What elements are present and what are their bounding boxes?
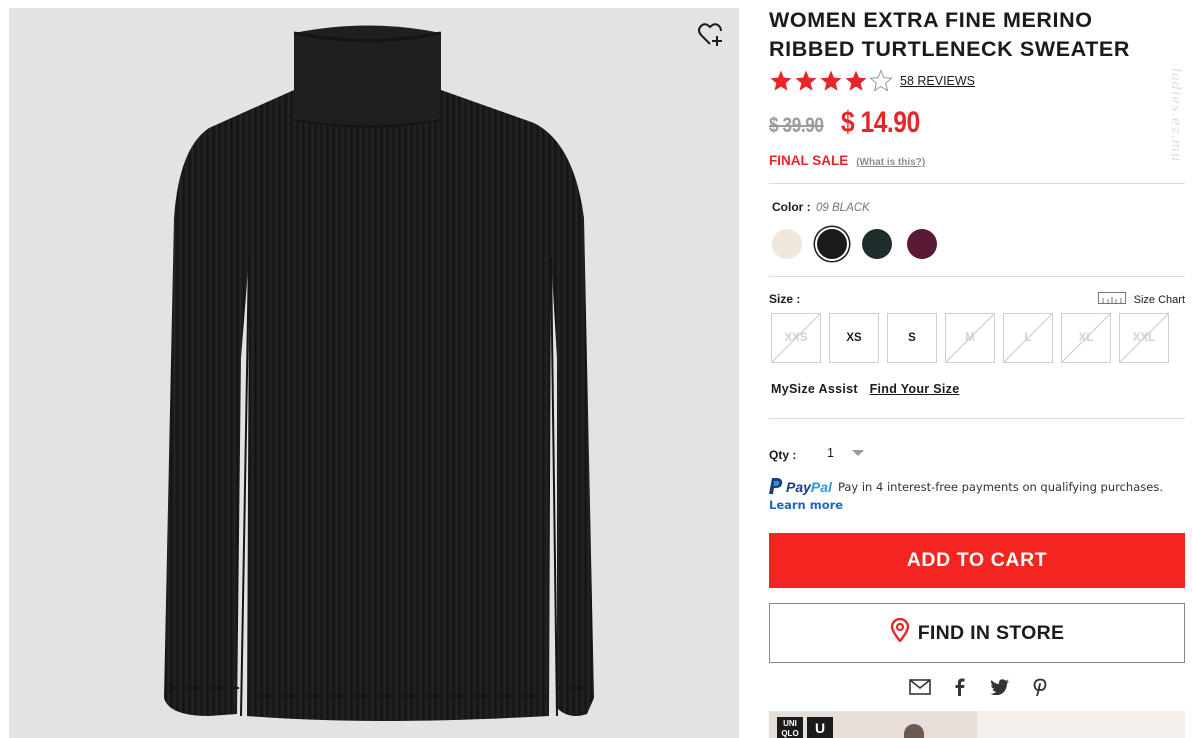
star-filled-icon xyxy=(794,69,818,93)
mysize-label: MySize Assist xyxy=(771,382,858,396)
promo-banner[interactable]: UNI QLO U xyxy=(769,711,1185,738)
size-option-xl[interactable]: XL xyxy=(1061,313,1111,363)
unavailable-slash-icon xyxy=(946,314,994,362)
qty-select[interactable]: 1 xyxy=(827,443,877,463)
paypal-brand-pal: Pal xyxy=(810,478,832,495)
size-option-label: XS xyxy=(846,332,862,344)
star-filled-icon xyxy=(769,69,793,93)
divider xyxy=(769,276,1185,277)
mysize-assist: MySize Assist Find Your Size xyxy=(771,382,959,396)
product-info-panel: WOMEN EXTRA FINE MERINO RIBBED TURTLENEC… xyxy=(769,0,1185,738)
color-value: 09 BLACK xyxy=(816,202,870,214)
size-option-xxl[interactable]: XXL xyxy=(1119,313,1169,363)
price-row: $ 39.90 $ 14.90 xyxy=(769,106,937,140)
product-image[interactable] xyxy=(9,8,739,738)
rating-row: 58 REVIEWS xyxy=(769,68,975,94)
original-price: $ 39.90 xyxy=(769,114,824,137)
divider xyxy=(769,418,1185,419)
color-label: Color : xyxy=(772,200,811,214)
color-swatch-dark-green[interactable] xyxy=(862,229,892,259)
product-title: WOMEN EXTRA FINE MERINO RIBBED TURTLENEC… xyxy=(769,8,1130,61)
qty-label: Qty : xyxy=(769,448,797,462)
star-empty-icon xyxy=(869,69,893,93)
size-option-xxs[interactable]: XXS xyxy=(771,313,821,363)
find-in-store-button[interactable]: FIND IN STORE xyxy=(769,603,1185,663)
size-chart-link[interactable]: Size Chart xyxy=(1097,292,1185,307)
paypal-message: PayPal Pay in 4 interest-free payments o… xyxy=(769,478,1185,512)
color-swatch-black[interactable] xyxy=(817,229,847,259)
rating-stars xyxy=(769,69,893,93)
unavailable-slash-icon xyxy=(1004,314,1052,362)
find-in-store-label: FIND IN STORE xyxy=(917,621,1065,644)
size-option-label: S xyxy=(908,332,916,344)
size-option-s[interactable]: S xyxy=(887,313,937,363)
twitter-icon[interactable] xyxy=(989,676,1011,698)
unavailable-slash-icon xyxy=(1120,314,1168,362)
sweater-image xyxy=(164,25,594,721)
color-swatch-wine[interactable] xyxy=(907,229,937,259)
final-sale-label: FINAL SALE xyxy=(769,153,849,168)
paypal-logo: PayPal xyxy=(769,478,832,495)
paypal-learn-more-link[interactable]: Learn more xyxy=(769,498,1185,512)
facebook-icon[interactable] xyxy=(949,676,971,698)
unavailable-slash-icon xyxy=(772,314,820,362)
paypal-icon xyxy=(769,478,783,494)
color-swatches xyxy=(772,229,937,259)
add-to-cart-button[interactable]: ADD TO CART xyxy=(769,533,1185,588)
color-swatch-off-white[interactable] xyxy=(772,229,802,259)
ruler-icon xyxy=(1097,292,1126,307)
wishlist-heart-icon[interactable] xyxy=(697,20,725,48)
paypal-text: Pay in 4 interest-free payments on quali… xyxy=(837,479,1163,494)
size-chart-label: Size Chart xyxy=(1133,293,1185,306)
brand-logo: UNI QLO xyxy=(777,717,803,738)
sale-price: $ 14.90 xyxy=(841,106,920,139)
paypal-brand-pay: Pay xyxy=(786,478,811,495)
size-option-m[interactable]: M xyxy=(945,313,995,363)
product-page: WOMEN EXTRA FINE MERINO RIBBED TURTLENEC… xyxy=(0,0,1192,738)
share-icons xyxy=(909,676,1051,698)
mail-icon[interactable] xyxy=(909,676,931,698)
color-selection-label: Color : 09 BLACK xyxy=(772,200,870,214)
size-option-l[interactable]: L xyxy=(1003,313,1053,363)
banner-model-image xyxy=(904,724,924,738)
what-is-this-link[interactable]: (What is this?) xyxy=(856,157,925,168)
chevron-down-icon xyxy=(851,450,864,456)
star-filled-icon xyxy=(844,69,868,93)
size-option-xs[interactable]: XS xyxy=(829,313,879,363)
size-options: XXS XS S MLXLXXL xyxy=(771,313,1169,363)
unavailable-slash-icon xyxy=(1062,314,1110,362)
final-sale-row: FINAL SALE (What is this?) xyxy=(769,153,925,168)
pinterest-icon[interactable] xyxy=(1029,676,1051,698)
qty-value: 1 xyxy=(827,446,834,460)
size-label: Size : xyxy=(769,292,801,306)
divider xyxy=(769,183,1185,184)
brand-logo-mark: U xyxy=(807,717,833,738)
location-pin-icon xyxy=(890,617,910,648)
star-filled-icon xyxy=(819,69,843,93)
watermark: ladies.ez.mu xyxy=(1168,68,1183,163)
reviews-link[interactable]: 58 REVIEWS xyxy=(900,74,975,88)
find-your-size-link[interactable]: Find Your Size xyxy=(870,382,960,396)
